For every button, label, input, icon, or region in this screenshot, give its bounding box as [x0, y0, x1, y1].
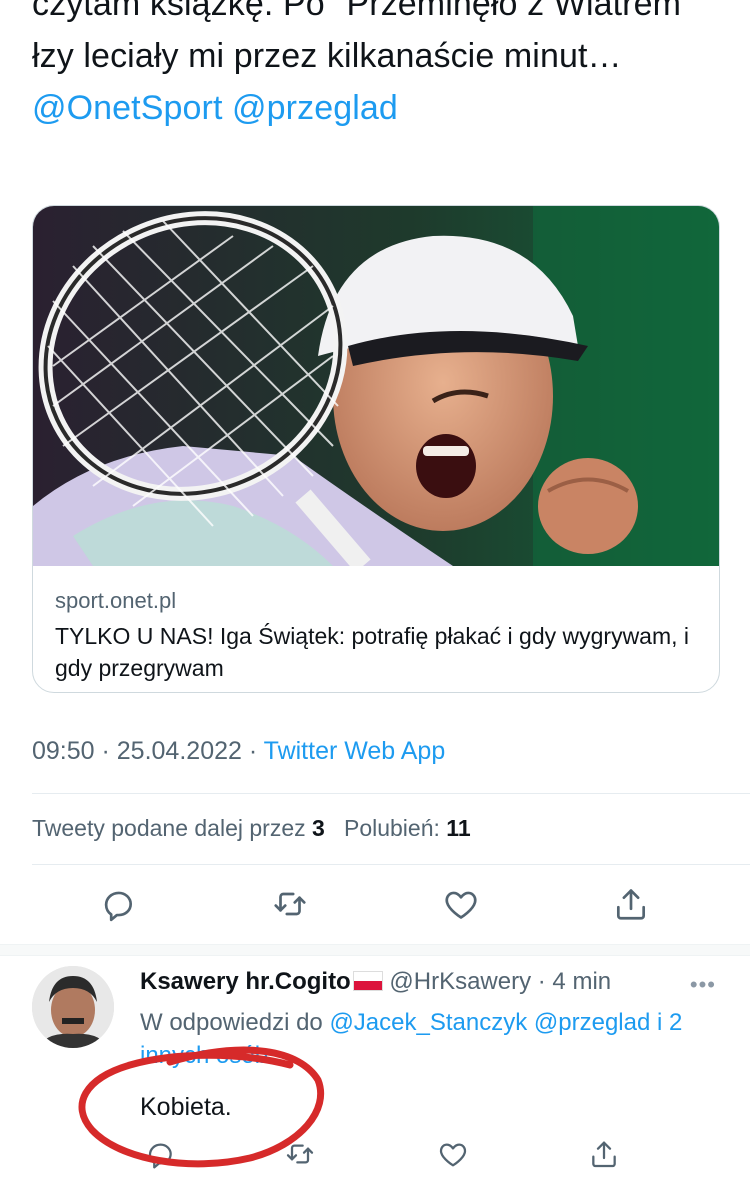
tweet-body: czytam książkę. Po "Przeminęło z Wiatrem…: [32, 0, 694, 75]
like-button[interactable]: [437, 880, 485, 928]
retweet-button[interactable]: [276, 1130, 324, 1178]
section-divider: [0, 944, 750, 956]
likes-label[interactable]: Polubień:: [344, 815, 440, 841]
source-app-link[interactable]: Twitter Web App: [264, 737, 446, 765]
reply-handle-time: @HrKsawery · 4 min: [389, 968, 612, 995]
share-icon: [592, 1141, 616, 1168]
tweet-stats: Tweety podane dalej przez 3 Polubień: 11: [32, 815, 471, 842]
tweet-text: czytam książkę. Po "Przeminęło z Wiatrem…: [32, 0, 732, 134]
retweet-button[interactable]: [266, 880, 314, 928]
reply-actions: [0, 1130, 750, 1174]
reply-body: Kobieta.: [140, 1093, 232, 1121]
mention-jacek-link[interactable]: @Jacek_Stanczyk: [329, 1009, 527, 1036]
reply-tweet[interactable]: Ksawery hr.Cogito @HrKsawery · 4 min •••…: [0, 958, 750, 1200]
reply-author-name[interactable]: Ksawery hr.Cogito: [140, 968, 351, 995]
more-options-icon[interactable]: •••: [690, 972, 716, 998]
mention-przeglad-link[interactable]: @przeglad: [232, 89, 398, 127]
poland-flag-icon: [352, 971, 383, 991]
divider: [32, 793, 750, 794]
article-image: [33, 206, 719, 566]
tweet-timestamp: 09:50 · 25.04.2022 ·: [32, 737, 264, 765]
heart-icon: [439, 1143, 467, 1167]
reply-header: Ksawery hr.Cogito @HrKsawery · 4 min: [140, 968, 611, 996]
share-button[interactable]: [580, 1130, 628, 1178]
divider: [32, 864, 750, 865]
share-button[interactable]: [607, 880, 655, 928]
avatar-image: [32, 966, 114, 1048]
reply-icon: [104, 891, 133, 922]
reply-icon: [148, 1143, 172, 1169]
link-preview-card[interactable]: sport.onet.pl TYLKO U NAS! Iga Świątek: …: [32, 205, 720, 693]
tweet-actions: [0, 880, 750, 936]
like-button[interactable]: [429, 1130, 477, 1178]
mention-onetsport-link[interactable]: @OnetSport: [32, 89, 223, 127]
card-domain: sport.onet.pl: [55, 588, 177, 613]
retweet-icon: [286, 1144, 314, 1164]
reply-button[interactable]: [136, 1130, 184, 1178]
replying-to: W odpowiedzi do @Jacek_Stanczyk @przegla…: [140, 1006, 720, 1072]
retweets-label[interactable]: Tweety podane dalej przez: [32, 815, 306, 841]
reply-button[interactable]: [94, 880, 142, 928]
avatar[interactable]: [32, 966, 114, 1048]
share-icon: [616, 889, 646, 920]
card-title: TYLKO U NAS! Iga Świątek: potrafię płaka…: [55, 623, 690, 681]
likes-count[interactable]: 11: [446, 815, 470, 841]
tweet-metadata: 09:50 · 25.04.2022 · Twitter Web App: [32, 737, 445, 766]
heart-icon: [445, 891, 477, 919]
mention-przeglad-link[interactable]: @przeglad: [534, 1009, 650, 1036]
retweet-icon: [274, 892, 306, 916]
replying-prefix: W odpowiedzi do: [140, 1009, 323, 1036]
retweets-count[interactable]: 3: [312, 815, 325, 841]
